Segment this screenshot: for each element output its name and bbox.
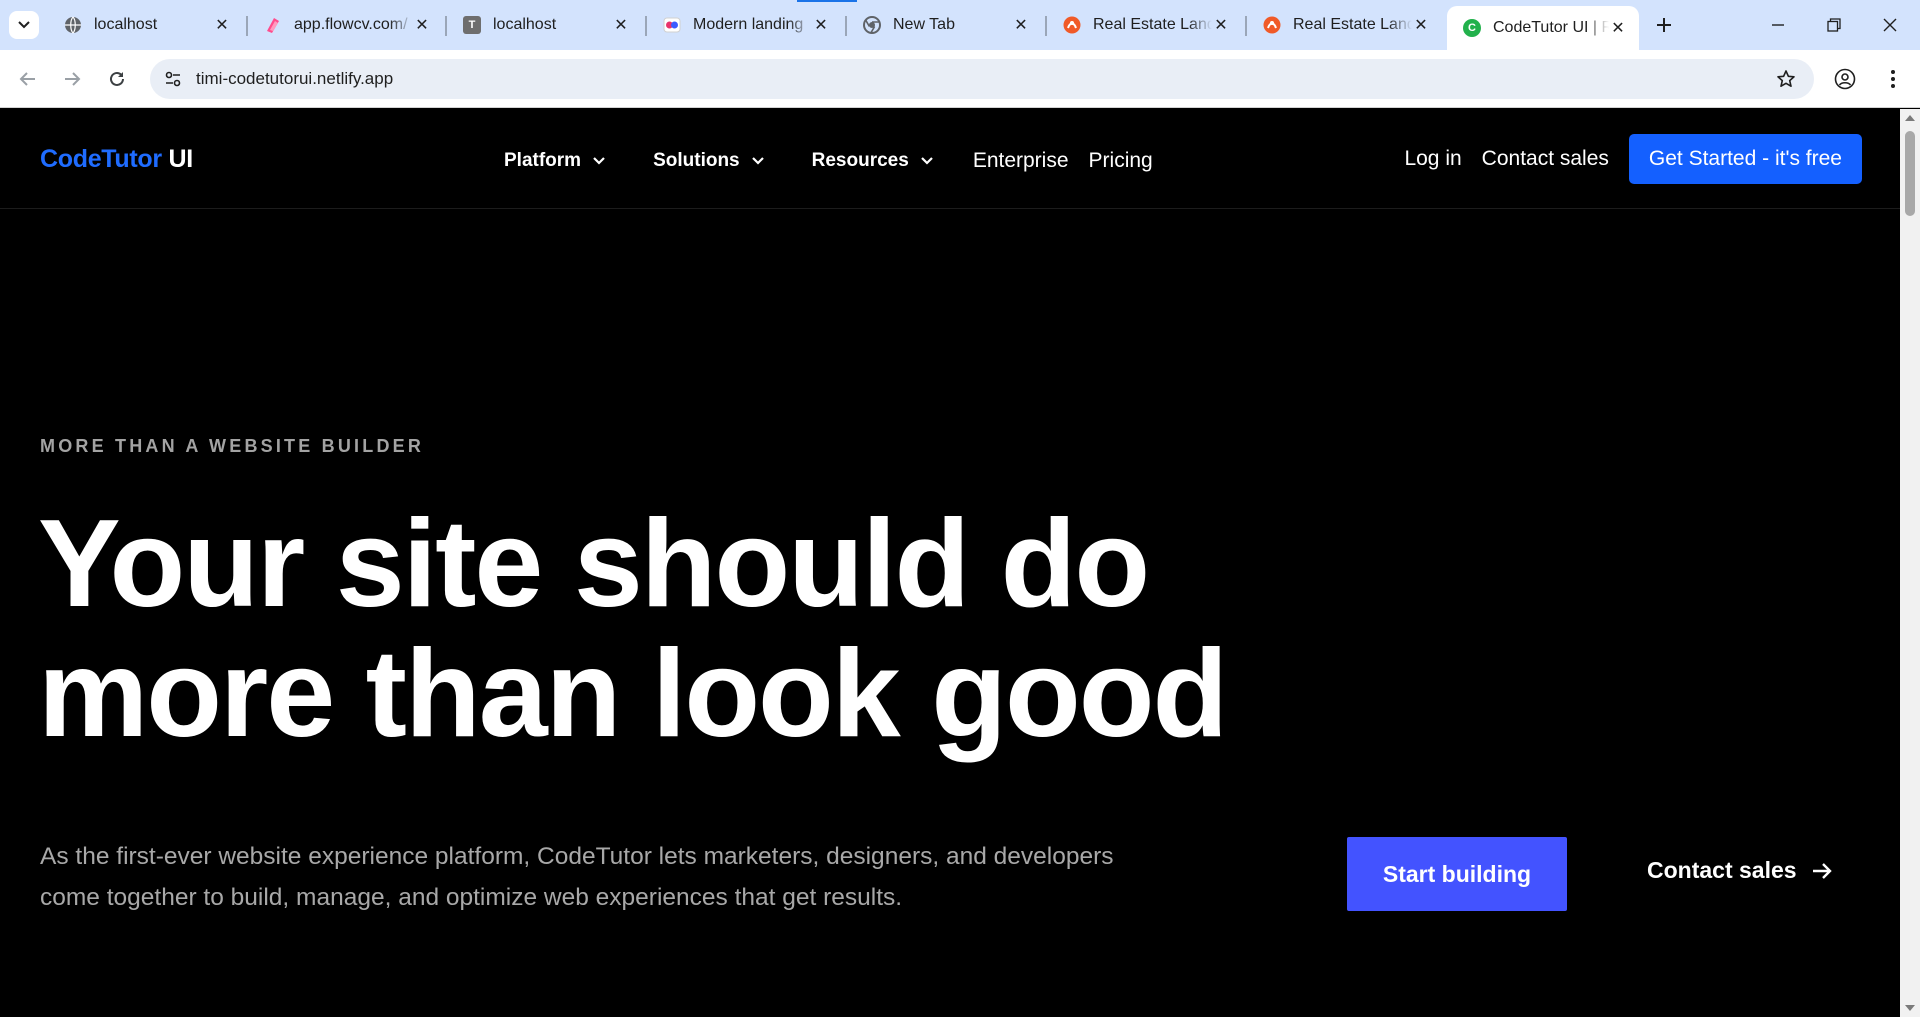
chevron-down-icon: [921, 157, 933, 165]
scroll-down-icon[interactable]: [1905, 1005, 1915, 1011]
menu-resources[interactable]: Resources: [812, 150, 933, 172]
close-icon[interactable]: ✕: [213, 16, 231, 34]
browser-tab-active[interactable]: C CodeTutor UI | R ✕: [1447, 6, 1639, 50]
browser-tab[interactable]: localhost ✕: [48, 6, 243, 44]
close-icon[interactable]: ✕: [1609, 19, 1627, 37]
plus-icon: [1657, 18, 1671, 32]
chevron-down-icon: [18, 21, 30, 29]
login-link[interactable]: Log in: [1404, 147, 1461, 171]
arrow-right-icon: [65, 72, 81, 86]
main-menu: Platform Solutions Resources Enterprise …: [504, 149, 1173, 173]
browser-tab[interactable]: Real Estate Land ✕: [1047, 6, 1242, 44]
menu-pricing[interactable]: Pricing: [1089, 149, 1153, 173]
headline-line-1: Your site should do: [38, 495, 1150, 633]
menu-label: Platform: [504, 150, 582, 171]
menu-solutions[interactable]: Solutions: [653, 150, 764, 172]
hero-description: As the first-ever website experience pla…: [40, 843, 1114, 911]
browser-toolbar: timi-codetutorui.netlify.app: [0, 50, 1920, 108]
codetutor-favicon-icon: C: [1463, 19, 1481, 37]
browser-tab[interactable]: New Tab ✕: [847, 6, 1042, 44]
forward-button[interactable]: [56, 63, 88, 95]
profile-button[interactable]: [1829, 63, 1861, 95]
profile-icon: [1834, 68, 1856, 90]
browser-tab-bar: localhost ✕ app.flowcv.com/ ✕ T localhos…: [0, 0, 1920, 50]
bookmark-star-icon[interactable]: [1776, 69, 1796, 89]
hero-headline: Your site should do more than look good: [38, 495, 1228, 763]
browser-menu-button[interactable]: [1877, 63, 1909, 95]
chevron-down-icon: [593, 157, 605, 165]
arrow-right-icon: [1812, 862, 1832, 879]
browser-tab[interactable]: Modern landing ✕: [647, 0, 857, 44]
browser-tab[interactable]: Real Estate Land ✕: [1247, 6, 1442, 44]
realestate-icon: [1263, 16, 1281, 34]
menu-enterprise[interactable]: Enterprise: [973, 149, 1069, 173]
globe-icon: [64, 16, 82, 34]
hero-eyebrow: MORE THAN A WEBSITE BUILDER: [40, 436, 425, 456]
close-icon[interactable]: ✕: [1212, 16, 1230, 34]
scrollbar-thumb[interactable]: [1905, 131, 1915, 216]
site-header: CodeTutor UI Platform Solutions Resource…: [0, 109, 1900, 209]
close-window-icon: [1883, 18, 1897, 32]
landing-icon: [663, 16, 681, 34]
tab-title: Modern landing: [693, 16, 804, 33]
logo-brand: CodeTutor: [40, 145, 162, 173]
site-logo[interactable]: CodeTutor UI: [40, 145, 193, 174]
browser-tab[interactable]: T localhost ✕: [447, 6, 642, 44]
restore-button[interactable]: [1806, 0, 1862, 50]
get-started-button[interactable]: Get Started - it's free: [1628, 134, 1862, 184]
tab-title: CodeTutor UI | R: [1493, 19, 1609, 36]
scroll-up-icon[interactable]: [1905, 115, 1915, 121]
back-button[interactable]: [12, 63, 44, 95]
tab-title: app.flowcv.com/: [294, 16, 408, 33]
header-actions: Log in Contact sales Get Started - it's …: [1404, 134, 1862, 184]
tab-title: New Tab: [893, 16, 955, 33]
close-icon[interactable]: ✕: [612, 16, 630, 34]
close-icon[interactable]: ✕: [413, 16, 431, 34]
tab-title: localhost: [493, 16, 557, 33]
close-icon[interactable]: ✕: [812, 16, 830, 34]
menu-platform[interactable]: Platform: [504, 150, 605, 172]
realestate-icon: [1063, 16, 1081, 34]
close-icon[interactable]: ✕: [1012, 16, 1030, 34]
start-building-button[interactable]: Start building: [1347, 837, 1567, 911]
new-tab-button[interactable]: [1651, 12, 1677, 38]
tab-title: Real Estate Land: [1293, 16, 1412, 33]
contact-sales-link[interactable]: Contact sales: [1482, 147, 1609, 171]
page-viewport: CodeTutor UI Platform Solutions Resource…: [0, 109, 1900, 1017]
menu-label: Solutions: [653, 150, 740, 171]
reload-button[interactable]: [101, 63, 133, 95]
hero-contact-sales-link[interactable]: Contact sales: [1647, 857, 1833, 884]
browser-tab[interactable]: app.flowcv.com/ ✕: [248, 6, 443, 44]
tab-search-button[interactable]: [9, 11, 39, 39]
close-icon[interactable]: ✕: [1412, 16, 1430, 34]
minimize-button[interactable]: [1750, 0, 1806, 50]
menu-label: Resources: [811, 150, 909, 171]
tab-title: localhost: [94, 16, 158, 33]
logo-suffix: UI: [168, 145, 193, 173]
minimize-icon: [1772, 24, 1784, 26]
headline-line-2: more than look good: [38, 625, 1228, 763]
chevron-down-icon: [751, 157, 764, 165]
reload-icon: [110, 71, 124, 86]
url-text[interactable]: timi-codetutorui.netlify.app: [196, 69, 393, 89]
flowcv-icon: [264, 16, 282, 34]
window-close-button[interactable]: [1862, 0, 1918, 50]
address-bar[interactable]: timi-codetutorui.netlify.app: [150, 59, 1814, 99]
tab-title: Real Estate Land: [1093, 16, 1212, 33]
chrome-icon: [863, 16, 881, 34]
t-letter-icon: T: [463, 16, 481, 34]
page-scrollbar[interactable]: [1900, 109, 1920, 1017]
kebab-menu-icon: [1891, 70, 1895, 88]
arrow-left-icon: [19, 72, 35, 86]
site-settings-icon[interactable]: [164, 70, 182, 88]
restore-icon: [1827, 18, 1841, 32]
contact-sales-label: Contact sales: [1647, 857, 1797, 883]
